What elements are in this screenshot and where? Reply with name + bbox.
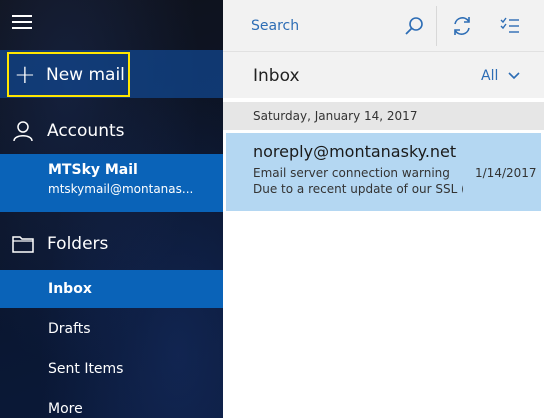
chevron-down-icon <box>508 72 520 80</box>
folder-item-sent-items[interactable]: Sent Items <box>0 350 223 388</box>
accounts-label: Accounts <box>47 121 125 141</box>
search-input[interactable]: Search <box>223 0 436 52</box>
message-subject: Email server connection warning <box>253 166 450 180</box>
folder-item-more[interactable]: More <box>0 390 223 418</box>
account-name: MTSky Mail <box>48 162 138 178</box>
select-mode-icon <box>500 17 519 33</box>
message-list-pane: Search Inbox All Saturday, January 14, 2… <box>223 0 544 418</box>
folders-label: Folders <box>47 234 109 254</box>
filter-label: All <box>481 68 499 84</box>
navigation-pane: + New mail Accounts MTSky Mail mtskymail… <box>0 0 223 418</box>
date-group-header: Saturday, January 14, 2017 <box>223 102 544 130</box>
filter-dropdown[interactable]: All <box>481 68 520 84</box>
accounts-button[interactable]: Accounts <box>0 110 223 152</box>
message-preview: Due to a recent update of our SSL (S <box>253 182 463 196</box>
inbox-header: Inbox All <box>223 52 544 98</box>
search-placeholder: Search <box>251 18 300 34</box>
person-icon <box>13 121 33 142</box>
folder-icon <box>12 236 34 253</box>
message-date: 1/14/2017 <box>475 166 537 180</box>
account-email: mtskymail@montanas... <box>48 182 194 196</box>
select-mode-button[interactable] <box>496 12 524 40</box>
new-mail-button[interactable]: + New mail <box>7 52 130 97</box>
account-item-mtsky[interactable]: MTSky Mail mtskymail@montanas... <box>0 154 223 212</box>
toolbar-divider <box>436 6 437 46</box>
new-mail-label: New mail <box>46 64 125 85</box>
search-icon[interactable] <box>404 16 424 36</box>
folder-item-inbox[interactable]: Inbox <box>0 270 223 308</box>
hamburger-menu-icon[interactable] <box>12 15 34 35</box>
message-list-item[interactable]: noreply@montanasky.net Email server conn… <box>226 133 541 211</box>
sync-button[interactable] <box>448 12 476 40</box>
search-toolbar: Search <box>223 0 544 52</box>
folders-button[interactable]: Folders <box>0 223 223 265</box>
message-sender: noreply@montanasky.net <box>253 142 457 161</box>
sync-icon <box>454 17 470 35</box>
folder-item-drafts[interactable]: Drafts <box>0 310 223 348</box>
plus-icon: + <box>14 59 36 90</box>
page-title: Inbox <box>253 66 300 86</box>
